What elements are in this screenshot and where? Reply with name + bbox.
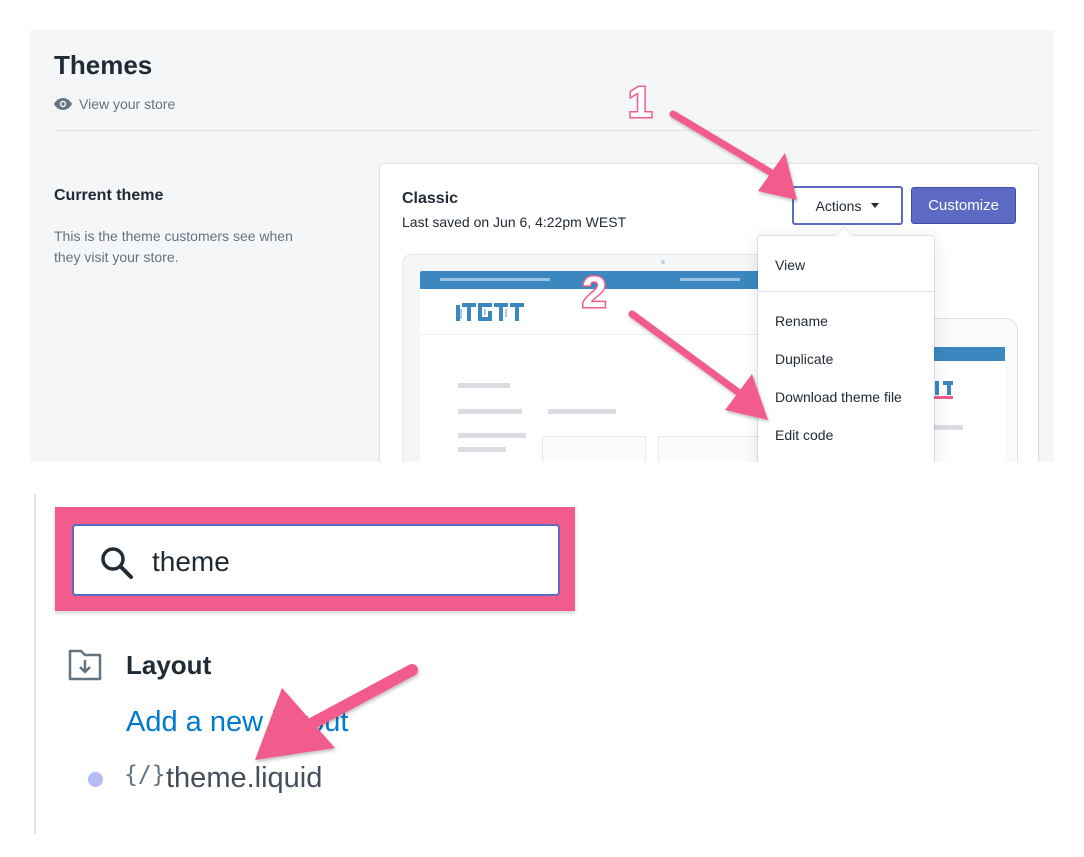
- view-store-label: View your store: [79, 96, 176, 112]
- menu-item-view[interactable]: View: [775, 257, 805, 273]
- theme-name: Classic: [402, 190, 459, 207]
- camera-dot: [661, 260, 665, 264]
- actions-label: Actions: [815, 197, 862, 214]
- preview-text: [458, 433, 526, 438]
- menu-divider: [758, 291, 934, 292]
- step-number-1: 1: [626, 77, 654, 129]
- add-new-layout-link[interactable]: Add a new layout: [126, 706, 348, 739]
- file-item-theme-liquid[interactable]: theme.liquid: [166, 762, 322, 795]
- menu-item-rename[interactable]: Rename: [775, 313, 828, 329]
- code-editor-sidebar: Layout Add a new layout {/} theme.liquid: [34, 494, 1084, 834]
- search-icon: [101, 547, 133, 579]
- actions-dropdown-menu: View Rename Duplicate Download theme fil…: [758, 236, 934, 462]
- preview-product-card: [658, 436, 762, 462]
- page-title: Themes: [54, 50, 153, 80]
- file-search-input[interactable]: [152, 540, 542, 584]
- step-number-2: 2: [580, 267, 608, 319]
- current-theme-description: This is the theme customers see when the…: [54, 228, 293, 265]
- menu-item-edit-code[interactable]: Edit code: [775, 427, 833, 443]
- last-saved-text: Last saved on Jun 6, 4:22pm WEST: [402, 214, 627, 230]
- preview-text: [458, 447, 506, 452]
- folder-label-layout[interactable]: Layout: [126, 650, 211, 681]
- actions-button[interactable]: Actions: [792, 186, 903, 225]
- file-search-box: [72, 524, 560, 596]
- customize-button[interactable]: Customize: [911, 187, 1016, 224]
- header-divider: [54, 130, 1038, 131]
- preview-text: [548, 409, 616, 414]
- view-store-link[interactable]: View your store: [54, 96, 175, 112]
- liquid-file-icon: {/}: [124, 762, 166, 788]
- current-theme-heading: Current theme: [54, 187, 164, 204]
- menu-item-download-theme-file[interactable]: Download theme file: [775, 389, 902, 405]
- preview-nav-text: [680, 278, 740, 281]
- folder-download-icon: [68, 649, 102, 681]
- themes-page: Themes View your store Current theme Thi…: [30, 30, 1054, 462]
- preview-product-card: [542, 436, 646, 462]
- file-status-dot: [88, 772, 103, 787]
- preview-text: [458, 383, 510, 388]
- eye-icon: [54, 98, 72, 110]
- store-logo-icon: [456, 303, 524, 321]
- preview-text: [458, 409, 522, 414]
- caret-down-icon: [871, 203, 880, 208]
- theme-card: Classic Last saved on Jun 6, 4:22pm WEST…: [380, 164, 1038, 462]
- menu-item-duplicate[interactable]: Duplicate: [775, 351, 833, 367]
- preview-nav-text: [440, 278, 550, 281]
